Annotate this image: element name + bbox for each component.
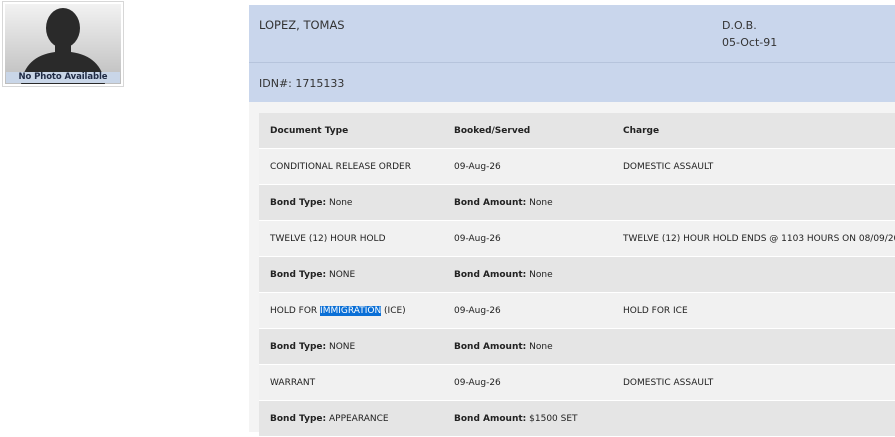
bond-amount-value: None [529,270,553,280]
bond-type: Bond Type: NONE [270,329,355,365]
bond-type-value: APPEARANCE [328,414,389,424]
bond-row: Bond Type: NONE Bond Amount: None [259,257,895,293]
document-type-suffix: (ICE) [381,306,406,316]
booked-date: 09-Aug-26 [454,162,501,172]
bond-row: Bond Type: NONE Bond Amount: None [259,329,895,365]
table-row: TWELVE (12) HOUR HOLD 09-Aug-26 TWELVE (… [259,221,895,257]
document-type: TWELVE (12) HOUR HOLD [270,234,386,244]
no-photo-caption: No Photo Available [6,72,120,83]
table-row: CONDITIONAL RELEASE ORDER 09-Aug-26 DOME… [259,149,895,185]
inmate-photo: No Photo Available [2,1,124,87]
table-row: HOLD FOR IMMIGRATION (ICE) 09-Aug-26 HOL… [259,293,895,329]
col-header-document-type: Document Type [270,126,349,136]
bond-type: Bond Type: NONE [270,257,355,293]
inmate-header: LOPEZ, TOMAS D.O.B. 05-Oct-91 [249,5,895,62]
col-header-booked-served: Booked/Served [454,126,531,136]
charge: HOLD FOR ICE [623,306,688,316]
bond-type: Bond Type: None [270,185,352,221]
document-type: CONDITIONAL RELEASE ORDER [270,162,411,172]
charges-table: Document Type Booked/Served Charge CONDI… [259,113,895,437]
bond-type-value: None [328,198,353,208]
table-header-row: Document Type Booked/Served Charge [259,113,895,149]
booked-date: 09-Aug-26 [454,378,501,388]
booked-date: 09-Aug-26 [454,234,501,244]
table-row: WARRANT 09-Aug-26 DOMESTIC ASSAULT [259,365,895,401]
bond-type-label: Bond Type: [270,198,327,208]
bond-type-label: Bond Type: [270,342,327,352]
dob-value: 05-Oct-91 [722,36,778,49]
selected-text[interactable]: IMMIGRATION [320,306,382,316]
charge: TWELVE (12) HOUR HOLD ENDS @ 1103 HOURS … [623,234,895,244]
bond-amount-value: None [529,342,553,352]
idn-bar: IDN#: 1715133 [249,62,895,102]
col-header-charge: Charge [623,126,660,136]
bond-amount-value: $1500 SET [529,414,578,424]
bond-amount: Bond Amount: None [454,185,553,221]
bond-amount-label: Bond Amount: [454,270,527,280]
bond-type-value: NONE [328,270,356,280]
dob-label: D.O.B. [722,19,757,32]
bond-amount-value: None [529,198,553,208]
bond-amount-label: Bond Amount: [454,342,527,352]
bond-type-label: Bond Type: [270,414,327,424]
bond-amount-label: Bond Amount: [454,414,527,424]
document-type-prefix: HOLD FOR [270,306,321,316]
booked-date: 09-Aug-26 [454,306,501,316]
bond-row: Bond Type: None Bond Amount: None [259,185,895,221]
charge: DOMESTIC ASSAULT [623,162,714,172]
bond-amount-label: Bond Amount: [454,198,527,208]
bond-type-label: Bond Type: [270,270,327,280]
idn-number: IDN#: 1715133 [259,77,345,90]
document-type: WARRANT [270,378,316,388]
document-type[interactable]: HOLD FOR IMMIGRATION (ICE) [270,293,406,329]
inmate-name: LOPEZ, TOMAS [259,18,345,32]
bond-amount: Bond Amount: None [454,329,553,365]
bond-amount: Bond Amount: None [454,257,553,293]
charge: DOMESTIC ASSAULT [623,378,714,388]
bond-type-value: NONE [328,342,356,352]
